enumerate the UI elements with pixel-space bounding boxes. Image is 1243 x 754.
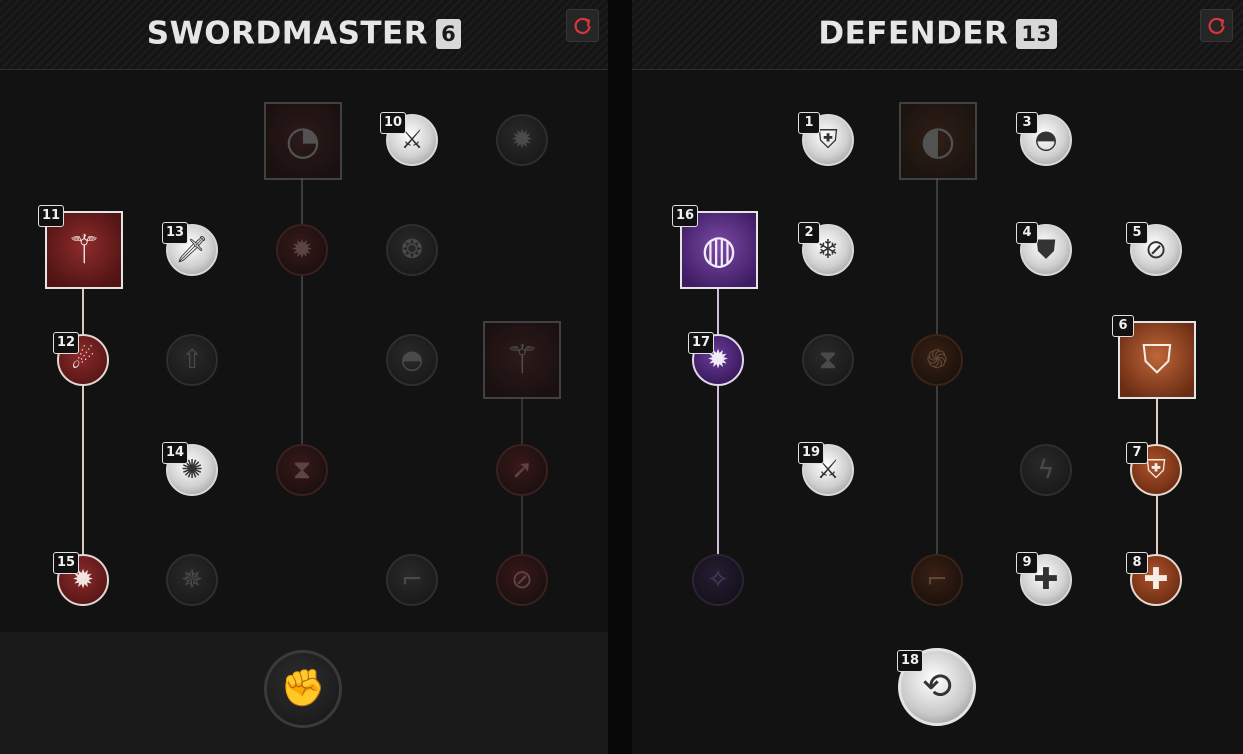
skill-node-broken-shield[interactable]: ⊘ 5 <box>1126 222 1182 276</box>
skill-node-dash-figure[interactable]: ☄ 12 <box>53 332 109 386</box>
skill-rank-badge: 4 <box>1016 222 1038 244</box>
skill-node-orbit-stars[interactable]: ✧ <box>692 554 744 606</box>
skill-rank-badge: 19 <box>798 442 825 464</box>
skill-node-frost-sword[interactable]: ❄ 2 <box>798 222 854 276</box>
skill-node-shield-guard[interactable]: ⛨ 7 <box>1126 442 1182 496</box>
reset-icon <box>1208 17 1225 34</box>
skill-node-arrow[interactable]: ➚ <box>496 444 548 496</box>
points-badge: 6 <box>436 18 462 49</box>
skill-node-burst-orb[interactable]: ✺ 14 <box>162 442 218 496</box>
skill-node-boot[interactable]: ⌐ <box>386 554 438 606</box>
skill-node-sword-slash-circle[interactable]: ◔ <box>264 102 342 180</box>
whirlwind-icon: ❂ <box>401 235 423 265</box>
skill-node-sword[interactable]: 🗡 13 <box>162 222 218 276</box>
skill-rank-badge: 12 <box>53 332 80 354</box>
skill-node-boot-blocked[interactable]: ⊘ <box>496 554 548 606</box>
connector-line <box>82 288 84 582</box>
skill-rank-badge: 9 <box>1016 552 1038 574</box>
skill-node-cross-heal[interactable]: ✚ 8 <box>1126 552 1182 606</box>
reset-icon <box>574 17 591 34</box>
skill-node-leaping-warrior[interactable]: ⚚ <box>483 321 561 399</box>
swordmaster-title: SWORDMASTER 6 <box>0 14 608 52</box>
boot-blocked-icon: ⊘ <box>511 565 533 595</box>
swordmaster-tree-panel: SWORDMASTER 6 ◔ ⚔ 10 ✹ ⚚ 11 🗡 13 ✹ ❂ ☄ 1… <box>0 0 608 754</box>
boot-icon: ⌐ <box>401 565 423 595</box>
skill-node-spiral[interactable]: ֍ <box>911 334 963 386</box>
panel-divider <box>608 0 632 754</box>
skill-node-shield-face[interactable]: ⛊ 4 <box>1016 222 1072 276</box>
sword-slash-circle-icon: ◔ <box>285 118 321 164</box>
arrow-up-right-icon: ➚ <box>511 455 533 485</box>
skill-rank-badge: 6 <box>1112 315 1134 337</box>
skill-rank-badge: 5 <box>1126 222 1148 244</box>
skill-node-sword-impact[interactable]: ⚔ 19 <box>798 442 854 496</box>
leaping-warrior-icon: ⚚ <box>504 337 540 383</box>
defender-tree-panel: DEFENDER 13 ⛨ 1 ◐ ◓ 3 ◍ 16 ❄ 2 ⛊ 4 ⊘ 5 ✹… <box>632 0 1243 754</box>
skill-node-lunging-swordsman[interactable]: ⚚ 11 <box>38 205 123 289</box>
reset-tree-button[interactable] <box>1200 9 1233 42</box>
defender-title: DEFENDER 13 <box>632 14 1243 52</box>
tree-name: DEFENDER <box>818 15 1009 52</box>
skill-rank-badge: 7 <box>1126 442 1148 464</box>
skill-rank-badge: 14 <box>162 442 189 464</box>
skill-rank-badge: 3 <box>1016 112 1038 134</box>
skill-node-helmet[interactable]: ◓ <box>386 334 438 386</box>
skill-node-gear-burst[interactable]: ✵ <box>166 554 218 606</box>
boot-icon: ⌐ <box>926 565 948 595</box>
gear-burst-icon: ✵ <box>181 565 203 595</box>
hourglass-icon: ⧗ <box>818 345 838 375</box>
skill-node-rolling-shield[interactable]: ◐ <box>899 102 977 180</box>
skill-node-lightning[interactable]: ϟ <box>1020 444 1072 496</box>
hourglass-down-icon: ⧗ <box>292 455 312 485</box>
skill-node-armor-vest[interactable]: ⛨ 1 <box>798 112 854 166</box>
reset-tree-button[interactable] <box>566 9 599 42</box>
skill-node-boot-upgrade[interactable]: ⇧ <box>166 334 218 386</box>
skill-node-shield-bash[interactable]: ◍ 16 <box>672 205 758 289</box>
skill-rank-badge: 1 <box>798 112 820 134</box>
connector-line <box>717 288 719 578</box>
skill-rank-badge: 17 <box>688 332 715 354</box>
skill-rank-badge: 11 <box>38 205 65 227</box>
tree-name: SWORDMASTER <box>146 15 429 52</box>
skill-rank-badge: 18 <box>897 650 924 672</box>
skill-node-upgrade-burst[interactable]: ✹ 15 <box>53 552 109 606</box>
skill-node-whirlwind[interactable]: ❂ <box>386 224 438 276</box>
skill-rank-badge: 8 <box>1126 552 1148 574</box>
skill-rank-badge: 13 <box>162 222 189 244</box>
upgrade-burst-icon: ✹ <box>291 235 313 265</box>
skill-node-sword-impact[interactable]: ⚔ 10 <box>380 112 438 166</box>
skill-rank-badge: 16 <box>672 205 699 227</box>
spiral-icon: ֍ <box>926 345 948 375</box>
skill-rank-badge: 10 <box>380 112 407 134</box>
mastery-ultimate-node[interactable]: ✊ <box>264 650 342 728</box>
rolling-shield-icon: ◐ <box>920 118 956 164</box>
skill-node-boot[interactable]: ⌐ <box>911 554 963 606</box>
lightning-icon: ϟ <box>1037 455 1055 485</box>
defender-header: DEFENDER 13 <box>632 0 1243 70</box>
orbit-stars-icon: ✧ <box>707 565 729 595</box>
boot-upgrade-icon: ⇧ <box>181 345 203 375</box>
skill-node-hourglass[interactable]: ⧗ <box>802 334 854 386</box>
swordmaster-footer: ✊ <box>0 632 608 754</box>
skill-node-hourglass-down[interactable]: ⧗ <box>276 444 328 496</box>
skill-node-shield-rotate[interactable]: ⟲ 18 <box>897 648 976 726</box>
skill-node-upgrade-burst[interactable]: ✹ 17 <box>688 332 744 386</box>
skill-rank-badge: 2 <box>798 222 820 244</box>
swordmaster-header: SWORDMASTER 6 <box>0 0 608 70</box>
upgrade-burst-icon: ✹ <box>511 125 533 155</box>
skill-node-upgrade-burst[interactable]: ✹ <box>496 114 548 166</box>
points-badge: 13 <box>1016 18 1057 49</box>
skill-node-helmet[interactable]: ◓ 3 <box>1016 112 1072 166</box>
connector-line <box>301 178 303 468</box>
skill-node-kite-shield[interactable]: ⛉ 6 <box>1112 315 1196 399</box>
skill-node-upgrade-burst[interactable]: ✹ <box>276 224 328 276</box>
raised-fist-icon: ✊ <box>280 668 326 709</box>
skill-rank-badge: 15 <box>53 552 80 574</box>
helmet-icon: ◓ <box>400 345 424 375</box>
skill-node-plus-heal[interactable]: ✚ 9 <box>1016 552 1072 606</box>
